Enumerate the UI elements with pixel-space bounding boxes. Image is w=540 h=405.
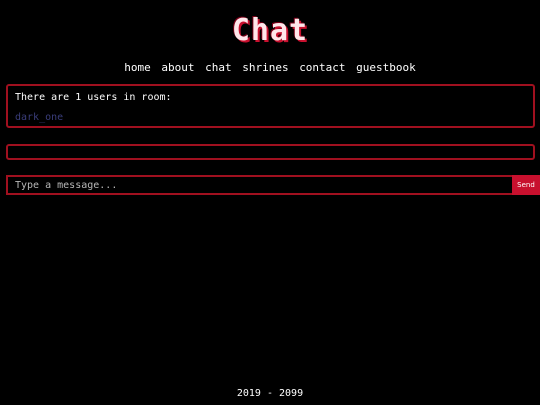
nav-link-chat[interactable]: chat xyxy=(205,61,232,74)
send-button[interactable]: Send xyxy=(512,175,540,195)
users-panel: There are 1 users in room: dark_one xyxy=(6,84,535,128)
messages-area[interactable] xyxy=(6,144,535,160)
message-input[interactable] xyxy=(6,175,519,195)
message-composer: Send xyxy=(6,175,540,195)
user-list-item: dark_one xyxy=(15,112,64,123)
page-title: Chat xyxy=(231,13,309,48)
users-count-heading: There are 1 users in room: xyxy=(15,92,172,103)
nav-link-shrines[interactable]: shrines xyxy=(242,61,288,74)
nav-link-home[interactable]: home xyxy=(124,61,151,74)
nav-link-contact[interactable]: contact xyxy=(299,61,345,74)
main-nav: home about chat shrines contact guestboo… xyxy=(0,61,540,75)
nav-link-guestbook[interactable]: guestbook xyxy=(356,61,416,74)
footer-copyright: 2019 - 2099 xyxy=(236,388,304,399)
nav-link-about[interactable]: about xyxy=(161,61,194,74)
